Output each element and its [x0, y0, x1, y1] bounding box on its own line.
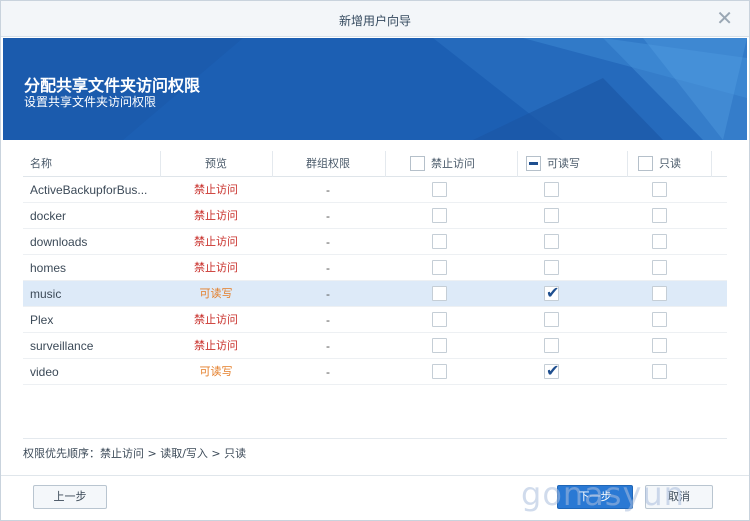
folder-name: docker [30, 209, 67, 223]
checkbox-read-write[interactable] [544, 182, 559, 197]
grid-header: 名称 预览 群组权限 禁止访问 可读写 只读 [23, 151, 727, 177]
group-permission: - [326, 261, 330, 275]
table-row[interactable]: music 可读写 - ✔ [23, 281, 727, 307]
checkbox-read-only[interactable] [652, 338, 667, 353]
permission-preview: 禁止访问 [194, 261, 238, 274]
group-permission: - [326, 365, 330, 379]
checkmark-icon: ✔ [546, 285, 560, 302]
checkbox-read-write[interactable]: ✔ [544, 363, 560, 380]
column-separator [517, 151, 518, 177]
checkbox-deny[interactable] [432, 234, 447, 249]
table-row[interactable]: video 可读写 - ✔ [23, 359, 727, 385]
checkbox-read-write[interactable] [544, 260, 559, 275]
add-user-wizard-dialog: 新增用户向导 ✕ 分配共享文件夹访问权限 设置共享文件夹访问权限 名称 预览 群… [0, 0, 750, 521]
table-row[interactable]: Plex 禁止访问 - [23, 307, 727, 333]
checkbox-read-only[interactable] [652, 364, 667, 379]
checkbox-read-write[interactable] [544, 208, 559, 223]
header-checkbox-read-only[interactable] [638, 156, 653, 171]
cancel-button[interactable]: 取消 [645, 485, 713, 509]
column-header-preview[interactable]: 预览 [161, 151, 271, 177]
column-separator [385, 151, 386, 177]
permission-preview: 禁止访问 [194, 209, 238, 222]
close-icon[interactable]: ✕ [716, 7, 733, 31]
permission-preview: 可读写 [199, 365, 233, 378]
column-header-read-only: 只读 [659, 157, 681, 170]
group-permission: - [326, 287, 330, 301]
table-row[interactable]: docker 禁止访问 - [23, 203, 727, 229]
checkbox-read-write[interactable] [544, 338, 559, 353]
group-permission: - [326, 339, 330, 353]
checkbox-read-write[interactable] [544, 234, 559, 249]
group-permission: - [326, 209, 330, 223]
permission-preview: 禁止访问 [194, 339, 238, 352]
group-permission: - [326, 313, 330, 327]
dialog-title: 新增用户向导 [338, 14, 411, 28]
checkbox-deny[interactable] [432, 260, 447, 275]
permission-preview: 禁止访问 [194, 183, 238, 196]
folder-name: homes [30, 261, 67, 275]
title-bar: 新增用户向导 ✕ [1, 1, 749, 37]
previous-button[interactable]: 上一步 [33, 485, 107, 509]
shared-folder-permission-grid: 名称 预览 群组权限 禁止访问 可读写 只读 ActiveBackupforBu… [23, 151, 727, 385]
checkbox-deny[interactable] [432, 286, 447, 301]
table-row[interactable]: downloads 禁止访问 - [23, 229, 727, 255]
checkbox-read-only[interactable] [652, 182, 667, 197]
table-row[interactable]: homes 禁止访问 - [23, 255, 727, 281]
banner-subheading: 设置共享文件夹访问权限 [24, 95, 157, 109]
column-header-deny: 禁止访问 [431, 157, 475, 170]
checkbox-read-write[interactable] [544, 312, 559, 327]
table-row[interactable]: surveillance 禁止访问 - [23, 333, 727, 359]
group-permission: - [326, 235, 330, 249]
wizard-banner: 分配共享文件夹访问权限 设置共享文件夹访问权限 [3, 38, 747, 140]
column-separator [627, 151, 628, 177]
folder-name: surveillance [30, 339, 94, 353]
folder-name: downloads [30, 235, 88, 249]
grid-body: ActiveBackupforBus... 禁止访问 - docker 禁止访问 - dow… [23, 177, 727, 385]
permission-preview: 可读写 [199, 287, 233, 300]
column-separator [711, 151, 712, 177]
column-header-group-permission[interactable]: 群组权限 [273, 151, 383, 177]
table-row[interactable]: ActiveBackupforBus... 禁止访问 - [23, 177, 727, 203]
folder-name: video [30, 365, 59, 379]
checkbox-read-only[interactable] [652, 260, 667, 275]
folder-name: music [30, 287, 62, 301]
checkbox-deny[interactable] [432, 312, 447, 327]
checkbox-read-only[interactable] [652, 208, 667, 223]
permission-priority-note: 权限优先顺序：禁止访问 > 读取/写入 > 只读 [23, 447, 247, 460]
checkbox-deny[interactable] [432, 182, 447, 197]
next-button[interactable]: 下一步 [557, 485, 633, 509]
group-permission: - [326, 183, 330, 197]
note-divider [23, 438, 727, 439]
checkbox-read-write[interactable]: ✔ [544, 285, 560, 302]
folder-name: ActiveBackupforBus... [30, 183, 148, 197]
column-header-read-write: 可读写 [547, 157, 580, 170]
checkbox-deny[interactable] [432, 338, 447, 353]
checkbox-deny[interactable] [432, 364, 447, 379]
checkmark-icon: ✔ [546, 363, 560, 380]
column-header-name[interactable]: 名称 [30, 151, 52, 177]
header-checkbox-read-write[interactable] [526, 156, 541, 171]
footer-divider [1, 475, 749, 476]
checkbox-deny[interactable] [432, 208, 447, 223]
partial-check-icon [529, 162, 538, 165]
header-checkbox-deny[interactable] [410, 156, 425, 171]
checkbox-read-only[interactable] [652, 234, 667, 249]
permission-preview: 禁止访问 [194, 235, 238, 248]
checkbox-read-only[interactable] [652, 286, 667, 301]
checkbox-read-only[interactable] [652, 312, 667, 327]
permission-preview: 禁止访问 [194, 313, 238, 326]
folder-name: Plex [30, 313, 54, 327]
